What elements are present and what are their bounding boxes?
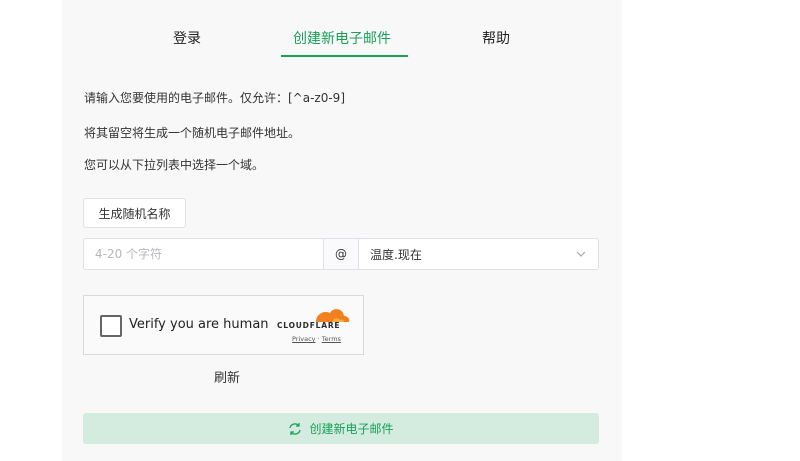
at-sign: @ — [323, 239, 359, 269]
tab-bar: 登录 创建新电子邮件 帮助 — [62, 0, 622, 60]
tab-help[interactable]: 帮助 — [482, 28, 510, 48]
main-panel: 登录 创建新电子邮件 帮助 请输入您要使用的电子邮件。仅允许：[^a-z0-9]… — [62, 0, 622, 461]
instruction-random: 将其留空将生成一个随机电子邮件地址。 — [84, 126, 301, 140]
captcha-links: Privacy · Terms — [292, 335, 341, 343]
generate-random-name-button[interactable]: 生成随机名称 — [83, 198, 186, 228]
create-email-button-label: 创建新电子邮件 — [309, 422, 394, 436]
tab-create-email[interactable]: 创建新电子邮件 — [293, 28, 391, 48]
captcha-checkbox[interactable] — [100, 315, 122, 337]
active-tab-indicator — [281, 55, 408, 57]
privacy-link[interactable]: Privacy — [292, 335, 316, 343]
refresh-captcha-link[interactable]: 刷新 — [214, 367, 240, 386]
domain-select-value: 温度.现在 — [370, 247, 422, 262]
captcha-label: Verify you are human — [129, 317, 269, 332]
email-name-input[interactable] — [84, 239, 323, 269]
create-email-button[interactable]: 创建新电子邮件 — [83, 413, 599, 444]
chevron-down-icon — [576, 251, 586, 257]
tab-login[interactable]: 登录 — [173, 28, 201, 48]
instruction-allowed-chars: 请输入您要使用的电子邮件。仅允许：[^a-z0-9] — [84, 91, 346, 105]
email-input-group: @ 温度.现在 — [83, 238, 599, 270]
link-separator: · — [317, 335, 320, 343]
domain-select[interactable]: 温度.现在 — [359, 239, 598, 269]
instruction-domain: 您可以从下拉列表中选择一个域。 — [84, 158, 265, 172]
terms-link[interactable]: Terms — [322, 335, 341, 343]
captcha-widget: Verify you are human CLOUDFLARE Privacy … — [83, 295, 364, 355]
refresh-icon — [289, 422, 302, 435]
cloudflare-brand: CLOUDFLARE — [277, 321, 341, 330]
